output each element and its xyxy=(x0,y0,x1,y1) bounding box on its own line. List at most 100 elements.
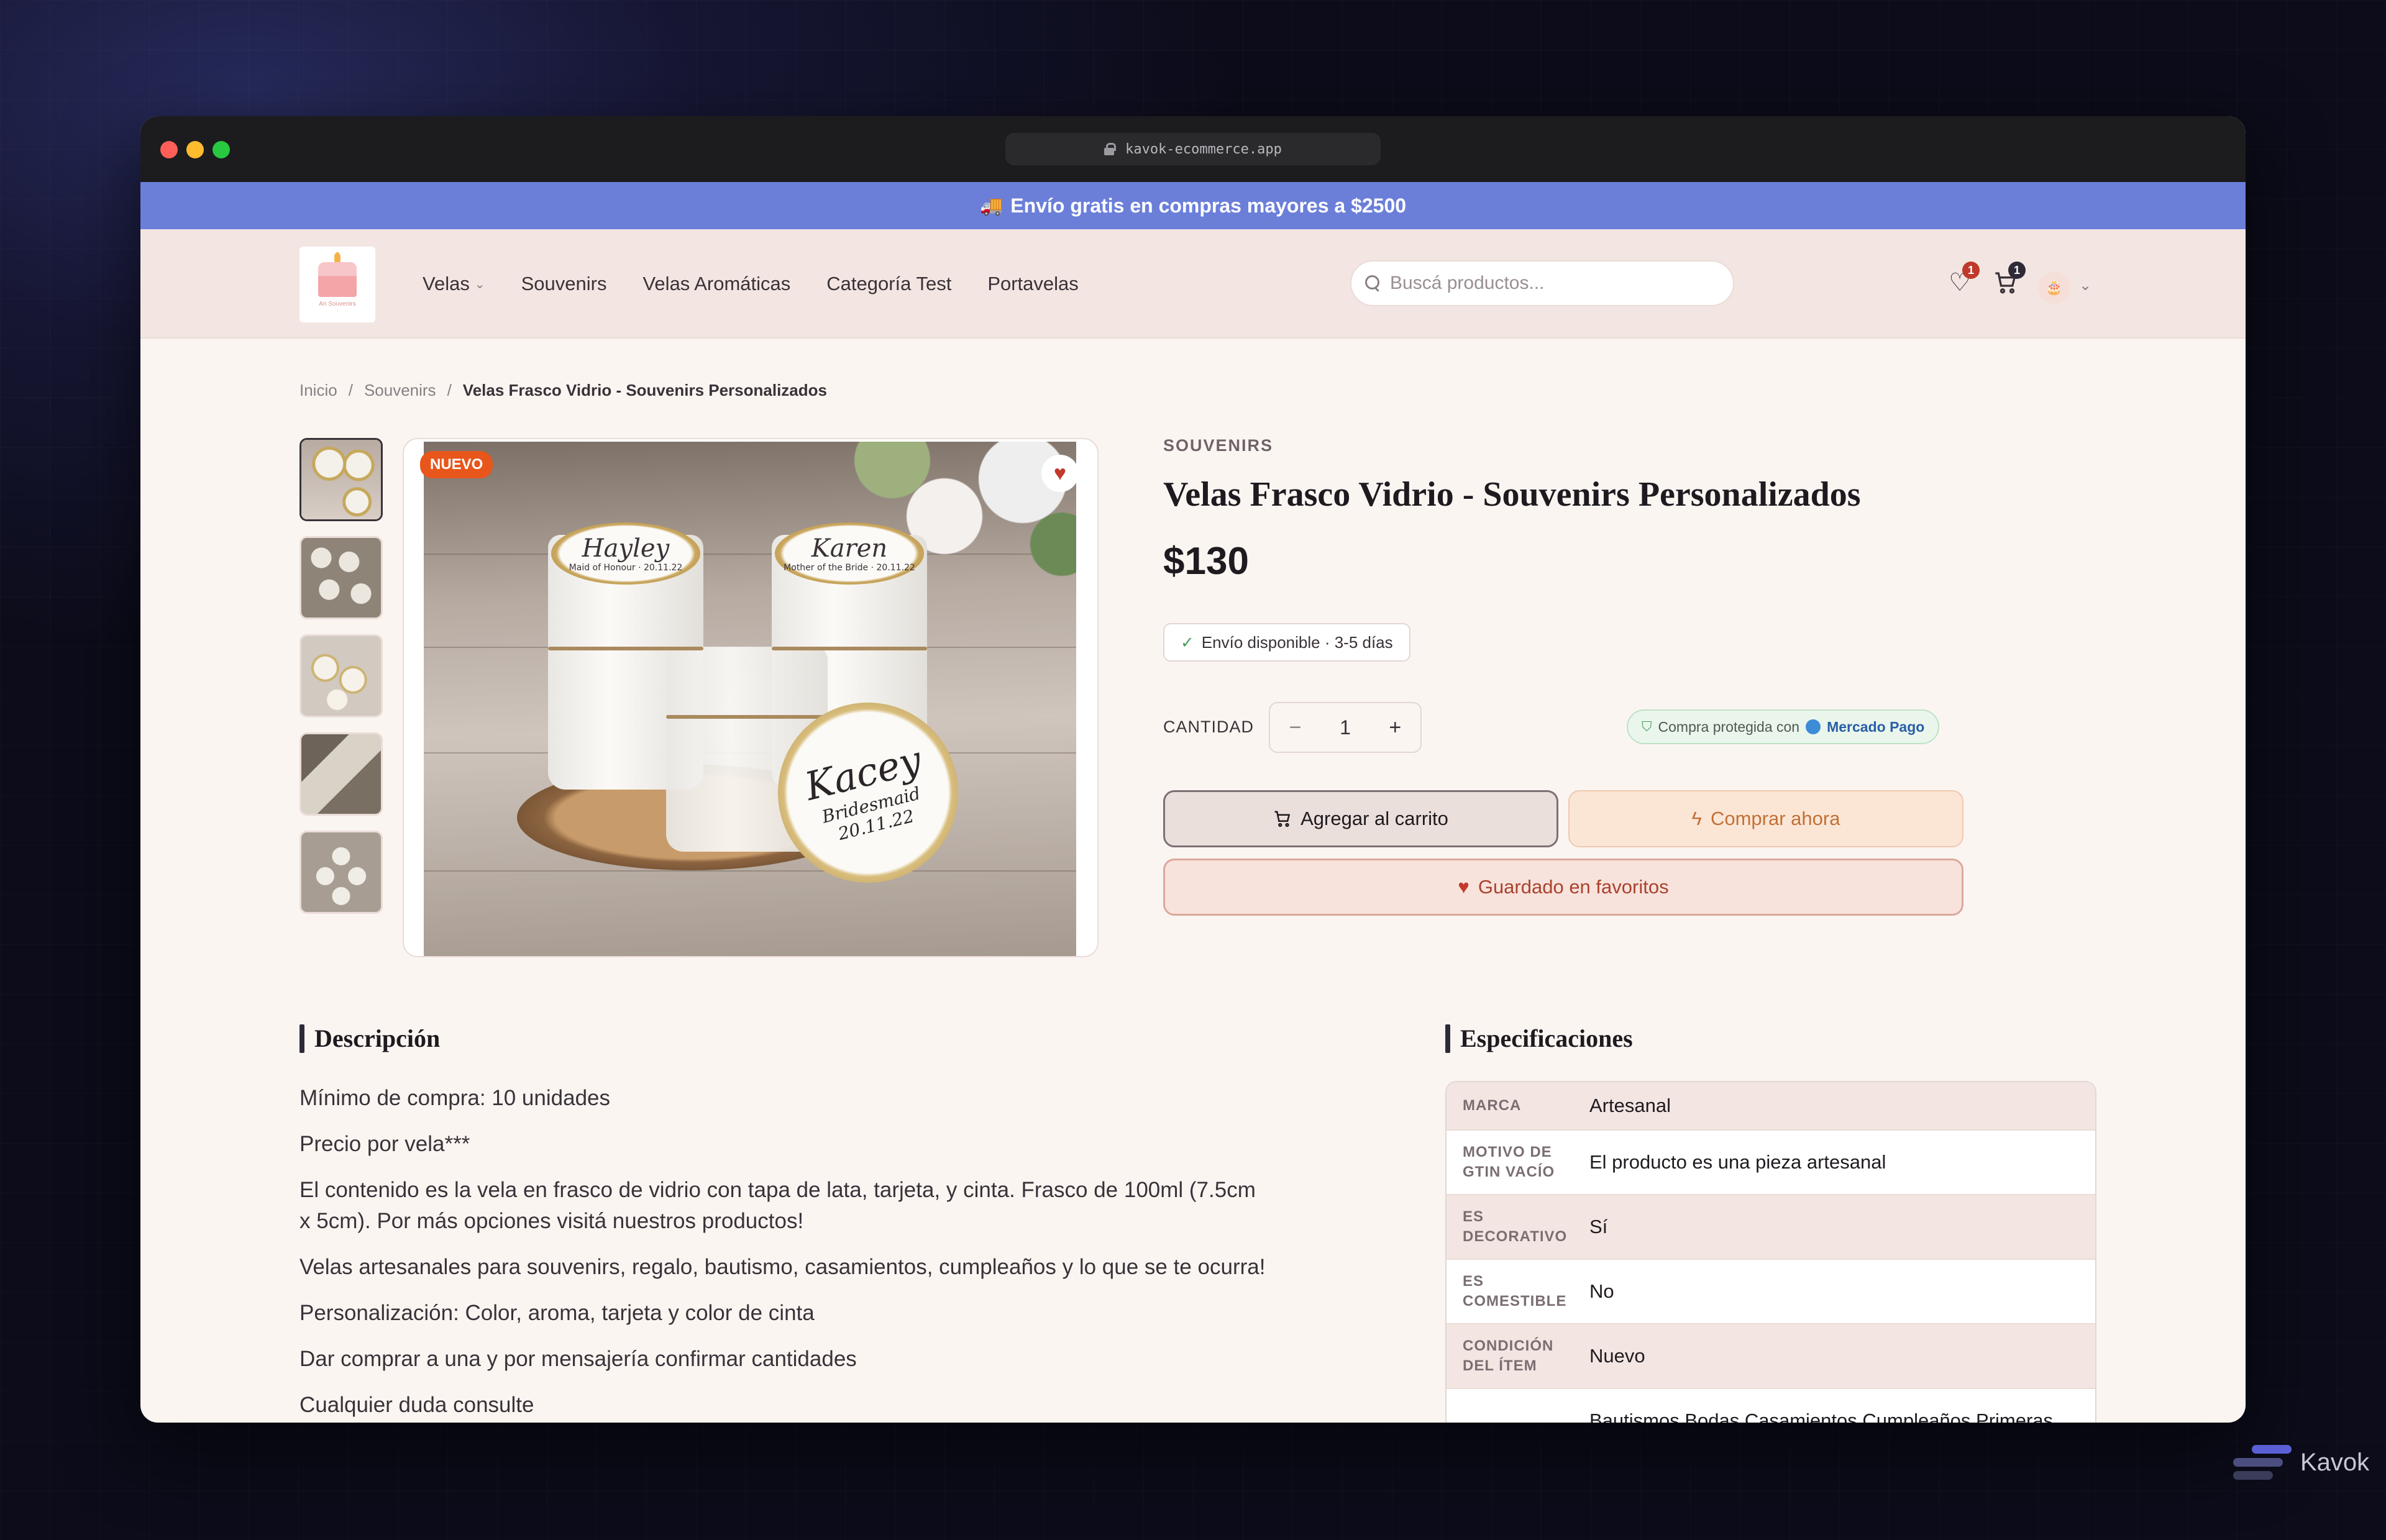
truck-icon: 🚚 xyxy=(979,195,1003,216)
spec-row: ES DECORATIVO Sí xyxy=(1447,1195,2095,1260)
payment-brand: Mercado Pago xyxy=(1827,718,1925,735)
nav-link-categoria-test[interactable]: Categoría Test xyxy=(826,273,951,295)
buy-now-button[interactable]: ϟ Comprar ahora xyxy=(1568,790,1963,847)
cake-icon xyxy=(318,252,357,297)
product-photo: Hayley Maid of Honour · 20.11.22 Karen M… xyxy=(424,442,1076,956)
thumbnail-list xyxy=(299,438,383,914)
saved-favorites-button[interactable]: ♥ Guardado en favoritos xyxy=(1163,859,1963,916)
spec-key: ES DECORATIVO xyxy=(1463,1208,1568,1245)
window-controls xyxy=(160,141,230,158)
user-avatar[interactable]: 🎂 xyxy=(2038,271,2070,304)
buy-now-label: Comprar ahora xyxy=(1710,808,1840,829)
cart-count-badge: 1 xyxy=(2008,262,2026,279)
spec-key: MARCA xyxy=(1463,1097,1522,1114)
spec-row: CONDICIÓN DEL ÍTEM Nuevo xyxy=(1447,1324,2095,1389)
product-category: SOUVENIRS xyxy=(1163,436,1274,455)
breadcrumb-category[interactable]: Souvenirs xyxy=(364,381,436,400)
chevron-down-icon[interactable]: ⌄ xyxy=(2079,276,2091,294)
logo-text: Ari Souvenirs xyxy=(319,300,356,308)
description-paragraph: Mínimo de compra: 10 unidades xyxy=(299,1086,610,1110)
shield-icon: ⛉ xyxy=(1642,719,1652,734)
spec-row: ES COMESTIBLE No xyxy=(1447,1260,2095,1324)
spec-row: Bautismos,Bodas,Casamientos,Cumpleaños,P… xyxy=(1447,1389,2095,1423)
specs-title: Especificaciones xyxy=(1460,1024,1633,1052)
spec-value: No xyxy=(1589,1280,1614,1302)
protected-text: Compra protegida con xyxy=(1658,718,1800,735)
maximize-window-button[interactable] xyxy=(213,141,230,158)
spec-value: Nuevo xyxy=(1589,1345,1645,1367)
increase-quantity-button[interactable]: + xyxy=(1389,716,1401,740)
description-title: Descripción xyxy=(314,1024,441,1052)
thumbnail-4[interactable] xyxy=(299,732,383,816)
description-paragraph: Cualquier duda consulte xyxy=(299,1393,534,1417)
address-bar[interactable]: kavok-ecommerce.app xyxy=(1005,133,1381,165)
kavok-text: Kavok xyxy=(2300,1448,2370,1476)
breadcrumb-separator: / xyxy=(348,381,353,399)
nav-link-portavelas[interactable]: Portavelas xyxy=(987,273,1078,295)
description-paragraph: Dar comprar a una y por mensajería confi… xyxy=(299,1347,857,1371)
specs-heading: Especificaciones xyxy=(1445,1024,1633,1053)
heart-filled-icon: ♥ xyxy=(1053,461,1067,485)
saved-favorites-label: Guardado en favoritos xyxy=(1478,876,1669,898)
spec-row: MOTIVO DE GTIN VACÍO El producto es una … xyxy=(1447,1131,2095,1195)
description-body: Mínimo de compra: 10 unidades Precio por… xyxy=(299,1083,1269,1423)
browser-window: kavok-ecommerce.app 🚚 Envío gratis en co… xyxy=(140,116,2246,1423)
chevron-down-icon: ⌄ xyxy=(474,277,485,291)
browser-titlebar: kavok-ecommerce.app xyxy=(140,116,2246,182)
description-heading: Descripción xyxy=(299,1024,440,1053)
specs-table: MARCA Artesanal MOTIVO DE GTIN VACÍO El … xyxy=(1445,1081,2096,1423)
breadcrumb-home[interactable]: Inicio xyxy=(299,381,337,400)
site-header: Ari Souvenirs Velas ⌄ Souvenirs Velas Ar… xyxy=(140,229,2246,339)
quantity-stepper: − 1 + xyxy=(1269,702,1422,753)
minimize-window-button[interactable] xyxy=(186,141,204,158)
promo-text: Envío gratis en compras mayores a $2500 xyxy=(1010,194,1407,217)
shipping-text: Envío disponible · 3-5 días xyxy=(1201,632,1393,652)
description-paragraph: Personalización: Color, aroma, tarjeta y… xyxy=(299,1301,815,1325)
nav-link-velas-aromaticas[interactable]: Velas Aromáticas xyxy=(642,273,790,295)
breadcrumb: Inicio / Souvenirs / Velas Frasco Vidrio… xyxy=(299,381,827,400)
wishlist-count-badge: 1 xyxy=(1962,262,1980,279)
description-paragraph: Velas artesanales para souvenirs, regalo… xyxy=(299,1255,1266,1279)
image-favorite-button[interactable]: ♥ xyxy=(1041,455,1079,492)
mercado-pago-icon xyxy=(1806,719,1821,734)
add-to-cart-button[interactable]: Agregar al carrito xyxy=(1163,790,1558,847)
lid-name: Hayley xyxy=(582,534,670,563)
spec-value: El producto es una pieza artesanal xyxy=(1589,1151,1886,1173)
store-logo[interactable]: Ari Souvenirs xyxy=(299,247,375,322)
thumbnail-3[interactable] xyxy=(299,634,383,718)
lid-left: Hayley Maid of Honour · 20.11.22 xyxy=(551,522,700,585)
shipping-badge: ✓ Envío disponible · 3-5 días xyxy=(1163,623,1410,662)
product-price: $130 xyxy=(1163,540,1249,583)
spec-value: Sí xyxy=(1589,1216,1608,1237)
cart-icon xyxy=(1274,811,1291,827)
promo-banner: 🚚 Envío gratis en compras mayores a $250… xyxy=(140,182,2246,229)
breadcrumb-separator: / xyxy=(447,381,452,399)
description-paragraph: Precio por vela*** xyxy=(299,1132,470,1156)
main-nav: Velas ⌄ Souvenirs Velas Aromáticas Categ… xyxy=(423,229,1079,339)
decrease-quantity-button[interactable]: − xyxy=(1289,716,1302,740)
lid-subtitle: Mother of the Bride · 20.11.22 xyxy=(784,563,915,573)
cart-button[interactable]: 1 xyxy=(1991,262,2026,299)
kavok-logo-icon xyxy=(2233,1442,2292,1482)
spec-key: MOTIVO DE GTIN VACÍO xyxy=(1463,1144,1555,1180)
lock-icon xyxy=(1104,143,1117,155)
check-icon: ✓ xyxy=(1181,632,1194,652)
nav-link-souvenirs[interactable]: Souvenirs xyxy=(521,273,607,295)
thumbnail-1[interactable] xyxy=(299,438,383,521)
thumbnail-2[interactable] xyxy=(299,536,383,619)
protected-purchase-badge: ⛉ Compra protegida con Mercado Pago xyxy=(1627,709,1940,744)
close-window-button[interactable] xyxy=(160,141,178,158)
spec-value: Artesanal xyxy=(1589,1095,1671,1116)
url-text: kavok-ecommerce.app xyxy=(1125,141,1282,157)
wishlist-button[interactable]: ♡ 1 xyxy=(1945,262,1980,299)
nav-link-label: Velas xyxy=(423,273,470,294)
quantity-value[interactable]: 1 xyxy=(1340,716,1351,739)
search-input[interactable] xyxy=(1390,273,1713,294)
search-icon xyxy=(1365,275,1381,291)
spec-row: MARCA Artesanal xyxy=(1447,1082,2095,1131)
nav-link-velas[interactable]: Velas ⌄ xyxy=(423,273,485,295)
thumbnail-5[interactable] xyxy=(299,831,383,914)
product-main-image[interactable]: Hayley Maid of Honour · 20.11.22 Karen M… xyxy=(403,438,1099,957)
add-to-cart-label: Agregar al carrito xyxy=(1300,808,1448,829)
description-paragraph: El contenido es la vela en frasco de vid… xyxy=(299,1178,1256,1233)
